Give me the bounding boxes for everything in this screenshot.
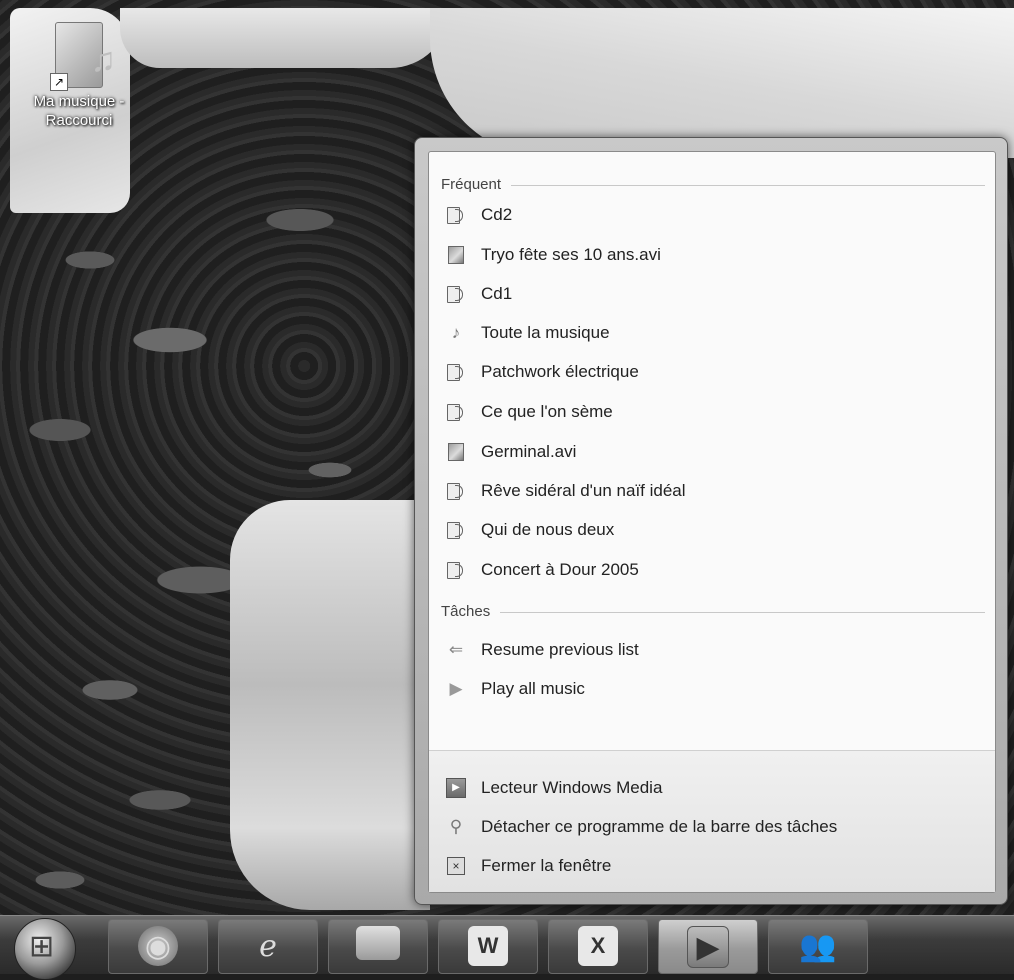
wallpaper-ice (430, 8, 1014, 158)
taskbar-windows-explorer[interactable] (328, 919, 428, 974)
taskbar-firefox[interactable]: ◉ (108, 919, 208, 974)
desktop-shortcut-label: Ma musique - Raccourci (33, 93, 125, 129)
excel-icon: X (578, 926, 618, 966)
frequent-item[interactable]: Concert à Dour 2005 (445, 554, 975, 586)
close-window-icon: × (447, 857, 465, 875)
jump-list-pinned-actions: ▶ Lecteur Windows Media ⚲ Détacher ce pr… (429, 751, 995, 892)
jump-list-panel: Fréquent Cd2 Tryo fête ses 10 ans.avi Cd… (428, 151, 996, 893)
video-file-icon (448, 246, 464, 264)
frequent-item[interactable]: Cd2 (445, 199, 975, 231)
messenger-icon: 👥 (799, 929, 837, 963)
shortcut-arrow-icon: ↗ (50, 73, 68, 91)
firefox-icon: ◉ (138, 926, 178, 966)
taskbar-word[interactable]: W (438, 919, 538, 974)
taskbar-internet-explorer[interactable]: e (218, 919, 318, 974)
album-icon (446, 482, 466, 500)
album-icon (446, 561, 466, 579)
album-icon (446, 363, 466, 381)
frequent-item[interactable]: Tryo fête ses 10 ans.avi (445, 239, 975, 271)
jump-list: Fréquent Cd2 Tryo fête ses 10 ans.avi Cd… (414, 137, 1008, 905)
task-resume-previous-list[interactable]: ⇐ Resume previous list (445, 634, 975, 666)
taskbar: ◉ e W X ▶ 👥 (0, 915, 1014, 980)
internet-explorer-icon: e (259, 928, 277, 964)
windows-media-player-icon: ▶ (446, 778, 466, 798)
frequent-item[interactable]: Patchwork électrique (445, 356, 975, 388)
frequent-item[interactable]: Germinal.avi (445, 436, 975, 468)
taskbar-windows-live-messenger[interactable]: 👥 (768, 919, 868, 974)
desktop-shortcut-my-music[interactable]: ↗ Ma musique - Raccourci (14, 22, 144, 130)
section-header-tasks: Tâches (441, 602, 985, 622)
wallpaper-ice (120, 8, 450, 68)
start-button[interactable] (14, 918, 76, 980)
album-icon (446, 403, 466, 421)
taskbar-windows-media-player[interactable]: ▶ (658, 919, 758, 974)
frequent-item[interactable]: Qui de nous deux (445, 514, 975, 546)
windows-media-player-icon: ▶ (687, 926, 729, 968)
section-header-frequent: Fréquent (441, 175, 985, 195)
video-file-icon (448, 443, 464, 461)
arrow-left-icon: ⇐ (448, 640, 464, 659)
taskbar-excel[interactable]: X (548, 919, 648, 974)
unpin-from-taskbar[interactable]: ⚲ Détacher ce programme de la barre des … (445, 811, 975, 843)
open-windows-media-player[interactable]: ▶ Lecteur Windows Media (445, 772, 975, 804)
frequent-item[interactable]: Rêve sidéral d'un naïf idéal (445, 475, 975, 507)
play-icon: ▶ (449, 679, 463, 698)
music-note-icon: ♪ (451, 323, 461, 342)
frequent-item[interactable]: Cd1 (445, 278, 975, 310)
unpin-icon: ⚲ (449, 817, 463, 836)
wallpaper-ice (230, 500, 430, 910)
close-window[interactable]: × Fermer la fenêtre (445, 850, 975, 882)
album-icon (446, 206, 466, 224)
frequent-item[interactable]: Ce que l'on sème (445, 396, 975, 428)
music-folder-icon: ↗ (50, 22, 116, 91)
folder-icon (356, 926, 400, 960)
album-icon (446, 285, 466, 303)
task-play-all-music[interactable]: ▶ Play all music (445, 673, 975, 705)
album-icon (446, 521, 466, 539)
word-icon: W (468, 926, 508, 966)
frequent-item[interactable]: ♪ Toute la musique (445, 317, 975, 349)
